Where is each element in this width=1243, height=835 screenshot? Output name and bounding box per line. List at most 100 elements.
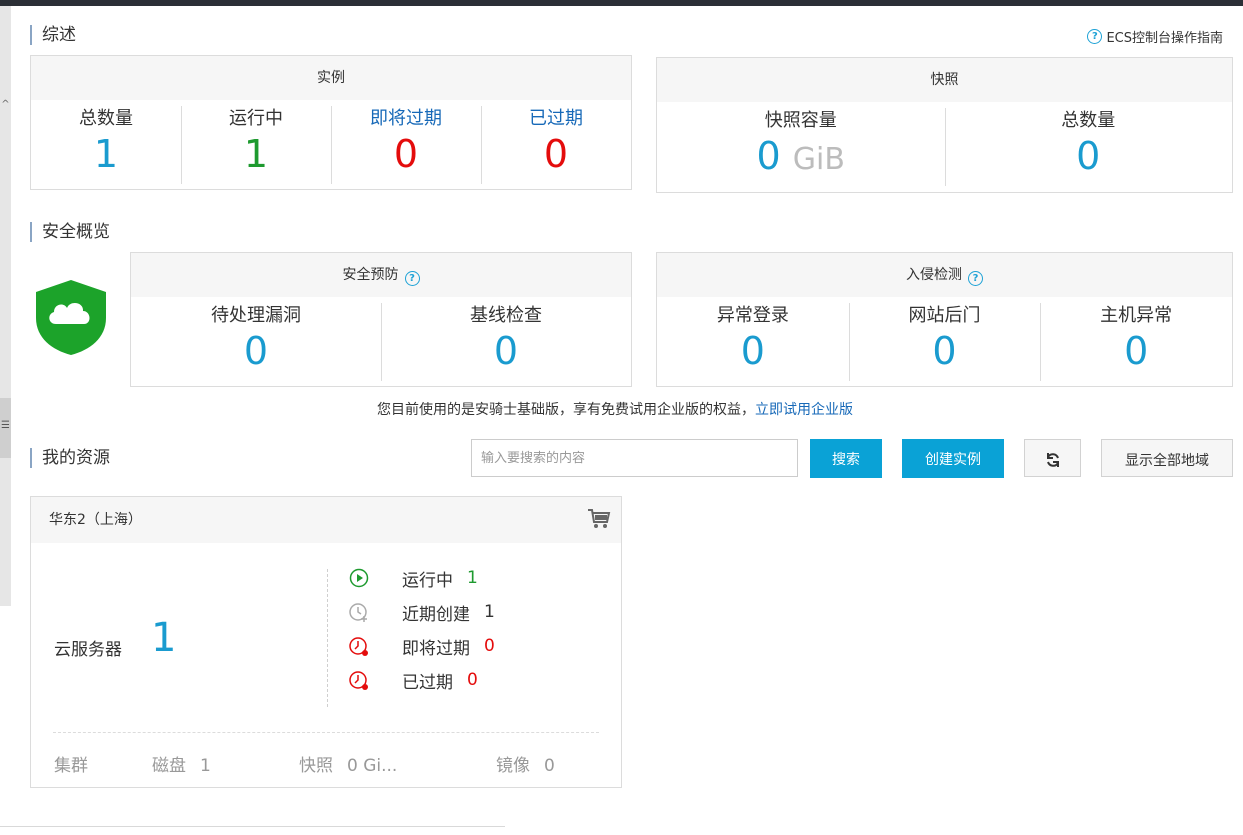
instances-running[interactable]: 运行中 1 bbox=[181, 100, 331, 190]
search-button[interactable]: 搜索 bbox=[810, 439, 882, 478]
server-label: 云服务器 bbox=[54, 640, 122, 660]
security-title: 安全概览 bbox=[30, 222, 110, 242]
status-value: 0 bbox=[484, 636, 495, 656]
status-value: 1 bbox=[484, 602, 495, 622]
stat-value: 1 bbox=[93, 132, 119, 176]
intrusion-title: 入侵检测 bbox=[906, 267, 962, 283]
status-expiring[interactable]: 即将过期 0 bbox=[347, 633, 495, 659]
stat-label: 运行中 bbox=[229, 108, 283, 129]
status-recent[interactable]: 近期创建 1 bbox=[347, 599, 495, 625]
host-anomaly[interactable]: 主机异常 0 bbox=[1040, 297, 1232, 387]
shield-icon bbox=[36, 280, 106, 355]
pending-vulnerabilities[interactable]: 待处理漏洞 0 bbox=[131, 297, 381, 387]
footer-label: 镜像 bbox=[496, 756, 530, 776]
stat-value: 0 bbox=[243, 329, 269, 373]
stat-value: 0 bbox=[932, 329, 957, 373]
footer-value: 0 Gi... bbox=[347, 756, 398, 776]
play-circle-icon bbox=[349, 568, 369, 588]
stat-label: 总数量 bbox=[79, 108, 133, 129]
status-expired[interactable]: 已过期 0 bbox=[347, 667, 478, 693]
stat-label: 主机异常 bbox=[1100, 305, 1173, 326]
status-label: 即将过期 bbox=[402, 638, 470, 659]
snapshots-panel: 快照 快照容量 0 GiB 总数量 0 bbox=[656, 57, 1233, 193]
intrusion-panel-head: 入侵检测? bbox=[657, 253, 1232, 297]
capacity-unit: GiB bbox=[792, 142, 845, 177]
status-running[interactable]: 运行中 1 bbox=[347, 565, 478, 591]
instances-expiring[interactable]: 即将过期 0 bbox=[331, 100, 481, 190]
prevention-title: 安全预防 bbox=[342, 267, 399, 283]
footer-snapshot[interactable]: 快照 0 Gi... bbox=[299, 751, 397, 776]
stat-label: 快照容量 bbox=[764, 110, 837, 131]
stat-value: 0 bbox=[393, 132, 419, 176]
stat-value: 0 GiB bbox=[657, 134, 945, 182]
stat-value: 0 bbox=[740, 329, 765, 373]
stat-label: 网站后门 bbox=[908, 305, 981, 326]
footer-image[interactable]: 镜像 0 bbox=[496, 751, 555, 776]
abnormal-login[interactable]: 异常登录 0 bbox=[657, 297, 849, 387]
snapshot-total[interactable]: 总数量 0 bbox=[944, 102, 1233, 192]
stat-label: 待处理漏洞 bbox=[211, 305, 301, 326]
footer-label: 快照 bbox=[299, 756, 333, 776]
footer-value: 1 bbox=[200, 756, 211, 776]
status-value: 1 bbox=[467, 568, 478, 588]
stat-value: 0 bbox=[543, 132, 569, 176]
footer-disk[interactable]: 磁盘 1 bbox=[152, 751, 211, 776]
stat-value: 0 bbox=[1124, 329, 1149, 373]
ecs-guide-link[interactable]: ? ECS控制台操作指南 bbox=[1087, 27, 1223, 46]
region-header: 华东2（上海） bbox=[31, 497, 621, 543]
clock-alert-icon bbox=[349, 637, 368, 656]
stat-value: 0 bbox=[493, 329, 519, 373]
security-notice: 您目前使用的是安骑士基础版，享有免费试用企业版的权益，立即试用企业版 bbox=[377, 399, 853, 419]
instances-total[interactable]: 总数量 1 bbox=[31, 100, 181, 190]
help-icon[interactable]: ? bbox=[404, 271, 420, 286]
snapshots-panel-title: 快照 bbox=[657, 58, 1232, 102]
stat-label: 总数量 bbox=[1061, 110, 1116, 131]
ecs-guide-label: ECS控制台操作指南 bbox=[1106, 31, 1223, 46]
stat-value: 0 bbox=[1076, 134, 1101, 178]
stat-label-link[interactable]: 已过期 bbox=[481, 106, 631, 132]
instances-panel-title: 实例 bbox=[31, 56, 631, 100]
website-backdoor[interactable]: 网站后门 0 bbox=[848, 297, 1041, 387]
try-enterprise-link[interactable]: 立即试用企业版 bbox=[755, 402, 853, 418]
server-count[interactable]: 1 bbox=[151, 615, 176, 661]
snapshot-capacity[interactable]: 快照容量 0 GiB bbox=[657, 102, 945, 192]
sidebar-toggle-tab[interactable]: ☰ bbox=[0, 398, 11, 458]
stat-label: 基线检查 bbox=[470, 305, 542, 326]
region-card: 华东2（上海） 云服务器 1 运行中 1 近期创建 1 即将过期 0 已过期 0… bbox=[30, 496, 622, 788]
baseline-check[interactable]: 基线检查 0 bbox=[381, 297, 631, 387]
menu-icon: ☰ bbox=[1, 420, 10, 431]
resources-title: 我的资源 bbox=[30, 448, 110, 468]
refresh-icon bbox=[1046, 453, 1059, 467]
footer-label: 集群 bbox=[54, 756, 88, 776]
clock-alert-icon bbox=[349, 671, 368, 690]
chevron-up-icon[interactable]: ^ bbox=[0, 98, 11, 112]
help-icon: ? bbox=[1087, 29, 1103, 44]
divider bbox=[327, 569, 328, 707]
stat-label-link[interactable]: 即将过期 bbox=[331, 106, 481, 132]
instances-panel: 实例 总数量 1 运行中 1 即将过期 0 已过期 0 bbox=[30, 55, 632, 190]
footer-label: 磁盘 bbox=[152, 756, 186, 776]
cart-icon[interactable] bbox=[587, 507, 611, 531]
region-name: 华东2（上海） bbox=[49, 512, 142, 528]
stat-label: 异常登录 bbox=[716, 305, 789, 326]
top-bar bbox=[0, 0, 1243, 6]
clock-plus-icon bbox=[349, 603, 367, 622]
footer-cluster[interactable]: 集群 bbox=[54, 751, 102, 776]
status-label: 近期创建 bbox=[402, 604, 470, 625]
notice-text: 您目前使用的是安骑士基础版，享有免费试用企业版的权益， bbox=[377, 402, 755, 418]
capacity-value: 0 bbox=[756, 134, 781, 178]
status-value: 0 bbox=[467, 670, 478, 690]
refresh-button[interactable] bbox=[1024, 439, 1081, 477]
footer-value: 0 bbox=[544, 756, 555, 776]
instances-expired[interactable]: 已过期 0 bbox=[481, 100, 631, 190]
search-input[interactable] bbox=[471, 439, 798, 477]
stat-value: 1 bbox=[243, 132, 269, 176]
help-icon[interactable]: ? bbox=[968, 271, 983, 286]
left-sidebar-rail: ^ ☰ bbox=[0, 6, 11, 606]
intrusion-detection-panel: 入侵检测? 异常登录 0 网站后门 0 主机异常 0 bbox=[656, 252, 1233, 387]
create-instance-button[interactable]: 创建实例 bbox=[902, 439, 1004, 478]
show-all-regions-button[interactable]: 显示全部地域 bbox=[1101, 439, 1233, 477]
security-prevention-panel: 安全预防? 待处理漏洞 0 基线检查 0 bbox=[130, 252, 632, 387]
status-label: 运行中 bbox=[402, 570, 453, 591]
prevention-panel-head: 安全预防? bbox=[131, 253, 631, 297]
